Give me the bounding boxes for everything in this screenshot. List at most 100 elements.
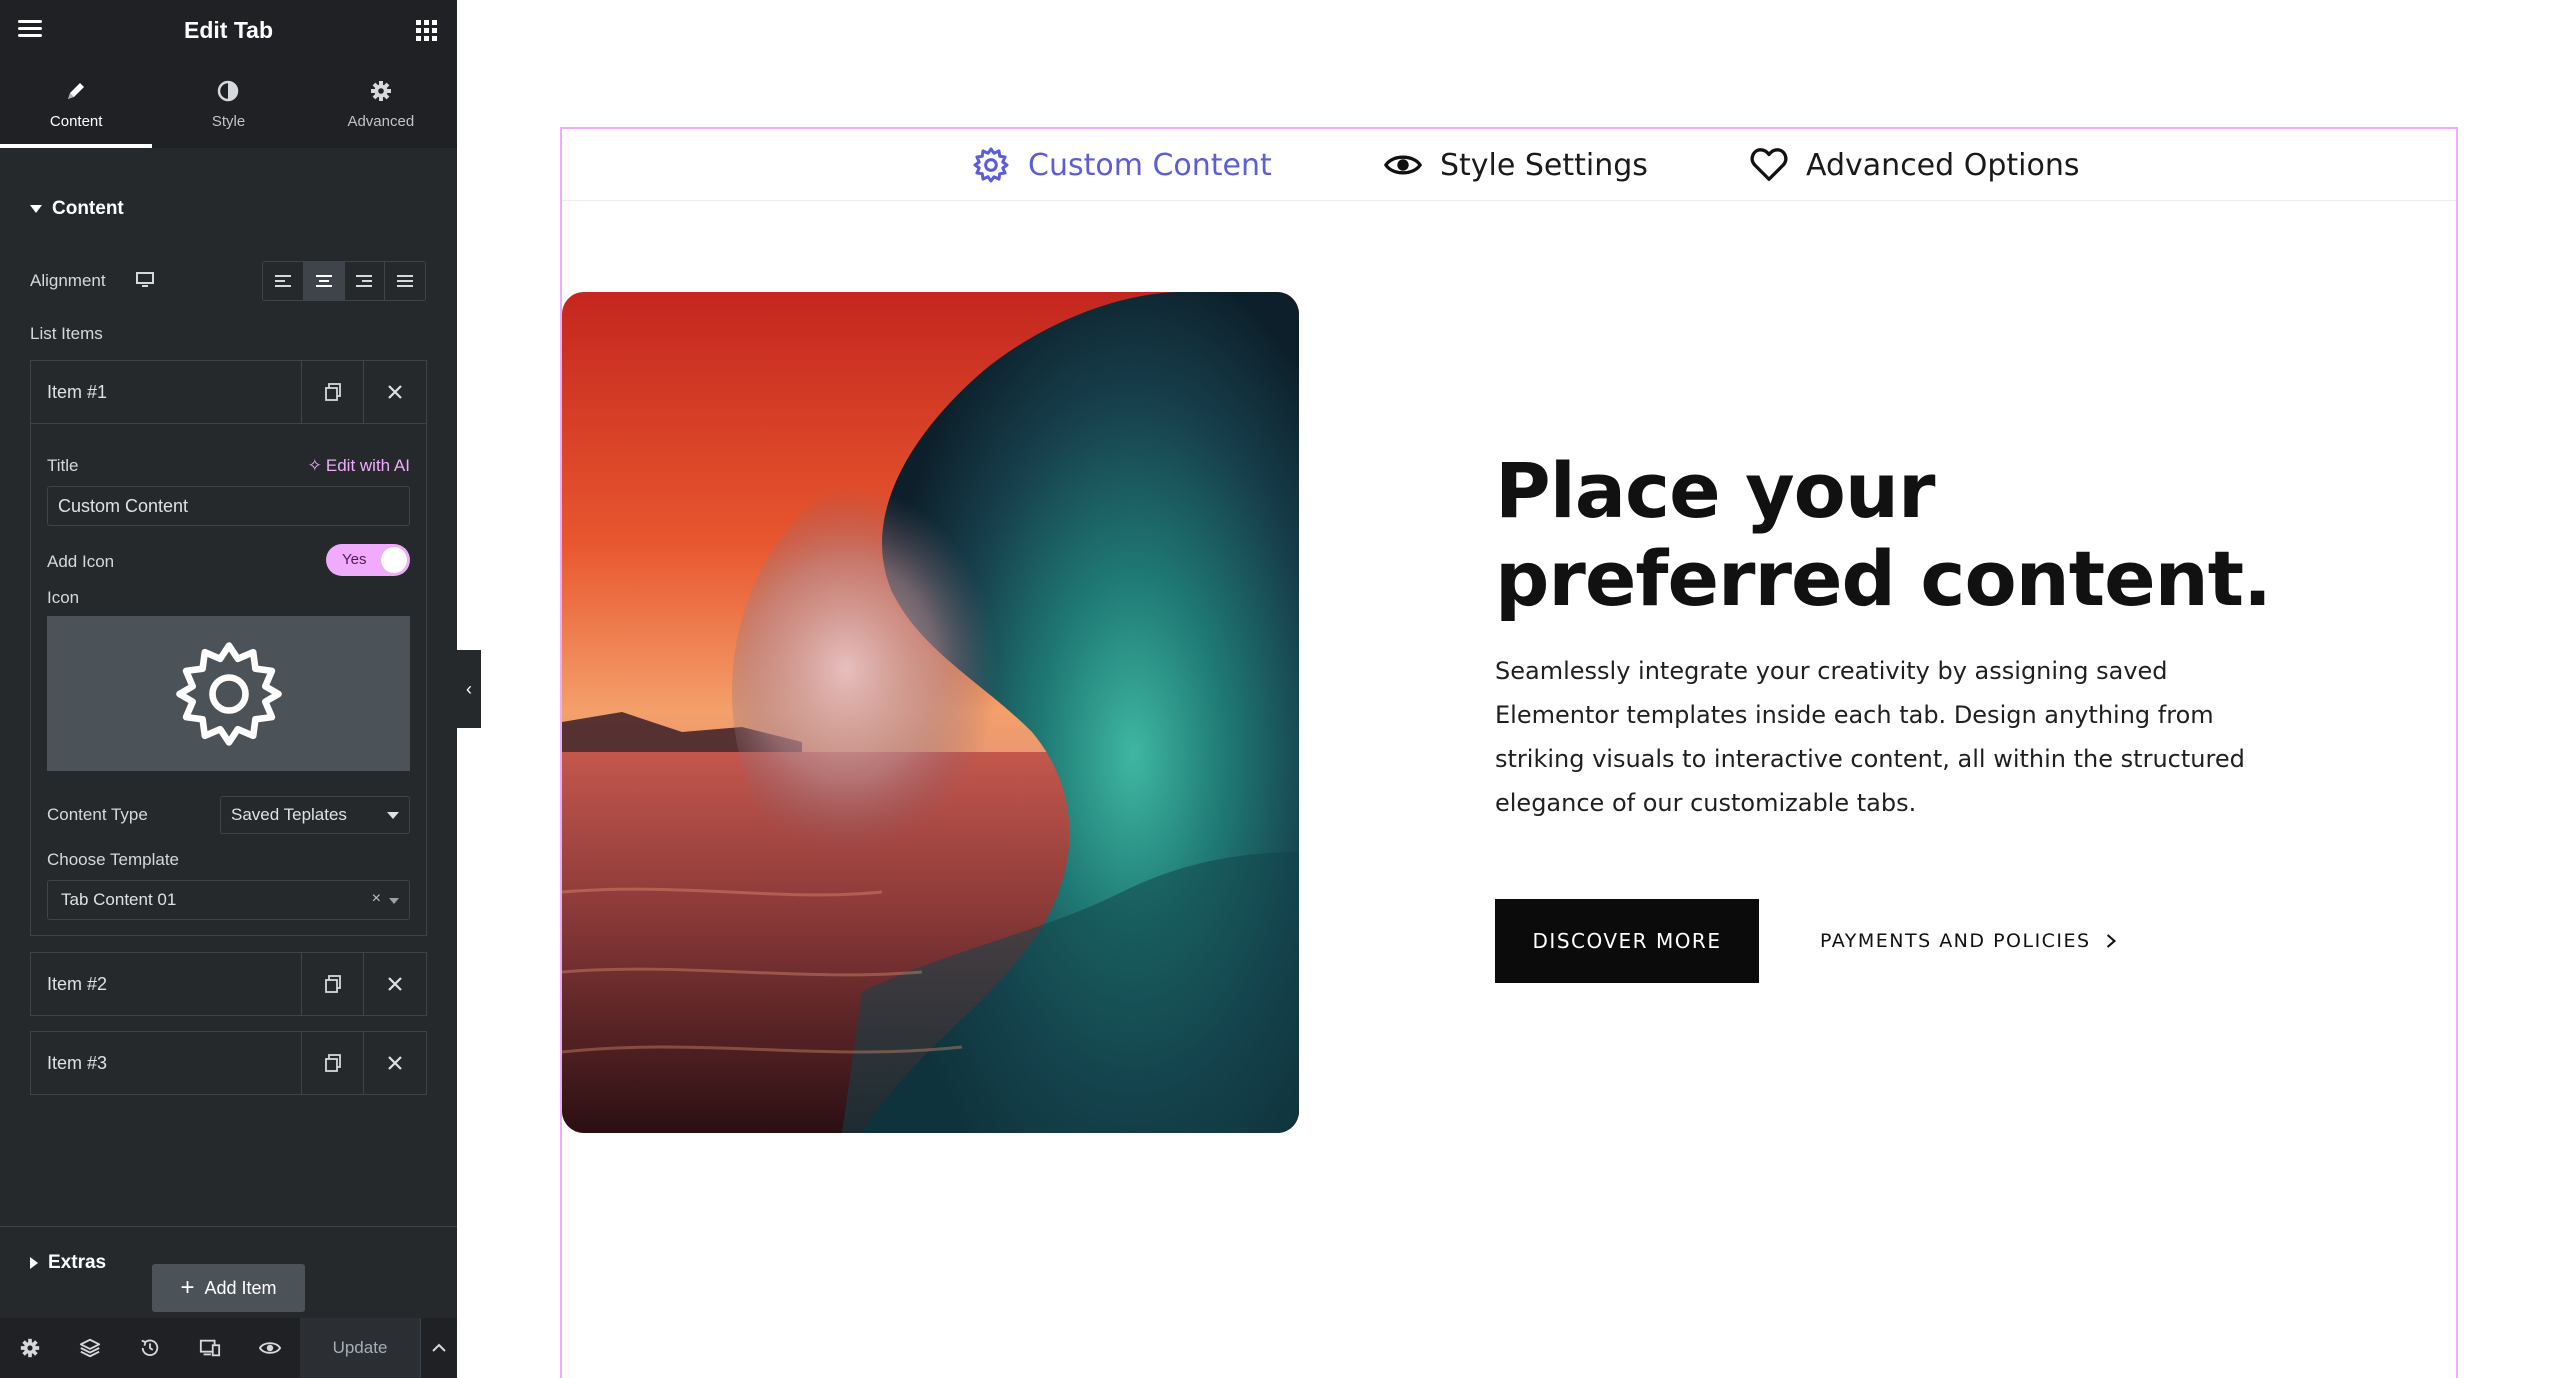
- duplicate-button[interactable]: [302, 1032, 364, 1094]
- payments-policies-link[interactable]: PAYMENTS AND POLICIES: [1820, 899, 2117, 983]
- heading-line-2: preferred content.: [1495, 534, 2272, 623]
- content-section-title: Content: [52, 198, 124, 219]
- tab-advanced-label: Advanced: [347, 112, 415, 130]
- tab-headers: Custom Content Style Settings Advanced O…: [562, 129, 2456, 201]
- desktop-icon[interactable]: [136, 272, 154, 288]
- chevron-up-icon: [432, 1343, 446, 1352]
- icon-label: Icon: [47, 588, 80, 607]
- align-right-button[interactable]: [345, 262, 386, 300]
- align-justify-icon: [397, 275, 414, 287]
- remove-button[interactable]: [364, 953, 426, 1015]
- align-left-button[interactable]: [263, 262, 304, 300]
- align-center-button[interactable]: [303, 262, 345, 300]
- extras-section-toggle[interactable]: Extras: [30, 1252, 106, 1274]
- alignment-control: [262, 261, 426, 301]
- list-item: Item #3: [30, 1031, 427, 1095]
- choose-template-label: Choose Template: [47, 850, 179, 869]
- toggle-knob: [381, 547, 407, 573]
- hero-heading: Place your preferred content.: [1495, 447, 2395, 623]
- duplicate-button[interactable]: [302, 953, 364, 1015]
- tab-style-label: Style: [211, 112, 246, 130]
- add-icon-toggle[interactable]: Yes: [326, 544, 410, 576]
- tab-advanced-options-label: Advanced Options: [1806, 147, 2080, 183]
- title-input[interactable]: [47, 486, 410, 526]
- item-title-toggle[interactable]: Item #2: [31, 953, 302, 1015]
- alignment-label: Alignment: [30, 271, 106, 290]
- editor-sidebar: Edit Tab Content Style Advanced Content …: [0, 0, 457, 1378]
- content-section-toggle[interactable]: Content: [30, 198, 124, 220]
- edit-with-ai-button[interactable]: ✧ Edit with AI: [308, 456, 410, 476]
- icon-picker[interactable]: [47, 616, 410, 771]
- align-left-icon: [274, 275, 291, 287]
- hamburger-icon[interactable]: [16, 16, 44, 44]
- tab-custom-content-label: Custom Content: [1028, 147, 1272, 183]
- chevron-left-icon: ‹: [466, 678, 472, 699]
- grid-icon[interactable]: [416, 20, 437, 41]
- item-title-toggle[interactable]: Item #1: [31, 361, 302, 423]
- payments-policies-label: PAYMENTS AND POLICIES: [1820, 930, 2091, 952]
- responsive-button[interactable]: [180, 1318, 240, 1378]
- tab-style[interactable]: Style: [152, 60, 304, 148]
- extras-section-title: Extras: [48, 1252, 107, 1273]
- gear-icon: [370, 80, 391, 101]
- contrast-icon: [218, 80, 239, 101]
- sparkle-icon: ✧: [307, 456, 322, 475]
- wave-image: [562, 292, 1299, 1133]
- chevron-down-icon: [387, 812, 399, 819]
- template-select[interactable]: Tab Content 01 ×: [47, 880, 410, 920]
- tab-content[interactable]: Content: [0, 60, 153, 148]
- edit-with-ai-label: Edit with AI: [325, 456, 410, 475]
- navigator-button[interactable]: [60, 1318, 120, 1378]
- add-item-label: Add Item: [204, 1277, 277, 1298]
- align-right-icon: [356, 275, 373, 287]
- close-icon: [388, 385, 402, 399]
- discover-more-button[interactable]: DISCOVER MORE: [1495, 899, 1759, 983]
- content-type-select[interactable]: Saved Teplates: [220, 796, 410, 834]
- copy-icon: [324, 1054, 341, 1072]
- preview-button[interactable]: [240, 1318, 300, 1378]
- template-value: Tab Content 01: [61, 890, 177, 909]
- tab-style-settings[interactable]: Style Settings: [1384, 129, 1648, 201]
- layers-icon: [79, 1338, 101, 1358]
- panel-tabs: Content Style Advanced: [0, 60, 457, 148]
- tab-custom-content[interactable]: Custom Content: [972, 129, 1272, 201]
- remove-button[interactable]: [364, 1032, 426, 1094]
- settings-button[interactable]: [0, 1318, 60, 1378]
- item-title-toggle[interactable]: Item #3: [31, 1032, 302, 1094]
- clear-icon[interactable]: ×: [372, 890, 381, 908]
- copy-icon: [324, 975, 341, 993]
- duplicate-button[interactable]: [302, 361, 364, 423]
- title-label: Title: [47, 456, 79, 475]
- content-type-label: Content Type: [47, 805, 148, 824]
- align-justify-button[interactable]: [385, 262, 425, 300]
- update-options-button[interactable]: [420, 1318, 457, 1378]
- heading-line-1: Place your: [1495, 446, 1935, 535]
- chevron-down-icon: [389, 898, 399, 904]
- hero-body-text: Seamlessly integrate your creativity by …: [1495, 657, 2245, 817]
- gear-icon: [20, 1338, 40, 1358]
- panel-content: Content Alignment List Items Item #1 Tit…: [0, 148, 457, 1318]
- update-button[interactable]: Update: [300, 1318, 420, 1378]
- tab-advanced-options[interactable]: Advanced Options: [1750, 129, 2079, 201]
- gear-icon: [175, 641, 282, 746]
- list-item: Item #1: [30, 360, 427, 424]
- collapse-panel-button[interactable]: ‹: [457, 650, 481, 728]
- caret-down-icon: [30, 205, 42, 213]
- chevron-right-icon: [2106, 934, 2116, 948]
- tabs-widget[interactable]: Custom Content Style Settings Advanced O…: [560, 127, 2458, 1378]
- heart-icon: [1750, 148, 1788, 181]
- panel-title: Edit Tab: [183, 16, 273, 43]
- sidebar-header: Edit Tab: [0, 0, 457, 60]
- pencil-icon: [68, 82, 85, 99]
- item-settings: Title ✧ Edit with AI Add Icon Yes Icon C…: [30, 424, 427, 936]
- close-icon: [388, 977, 402, 991]
- add-item-button[interactable]: + Add Item: [152, 1264, 305, 1312]
- history-icon: [141, 1339, 159, 1357]
- devices-icon: [199, 1339, 221, 1357]
- gear-icon: [973, 147, 1009, 183]
- plus-icon: +: [180, 1274, 195, 1301]
- tab-advanced[interactable]: Advanced: [305, 60, 457, 148]
- history-button[interactable]: [120, 1318, 180, 1378]
- remove-button[interactable]: [364, 361, 426, 423]
- tab-style-settings-label: Style Settings: [1440, 147, 1648, 183]
